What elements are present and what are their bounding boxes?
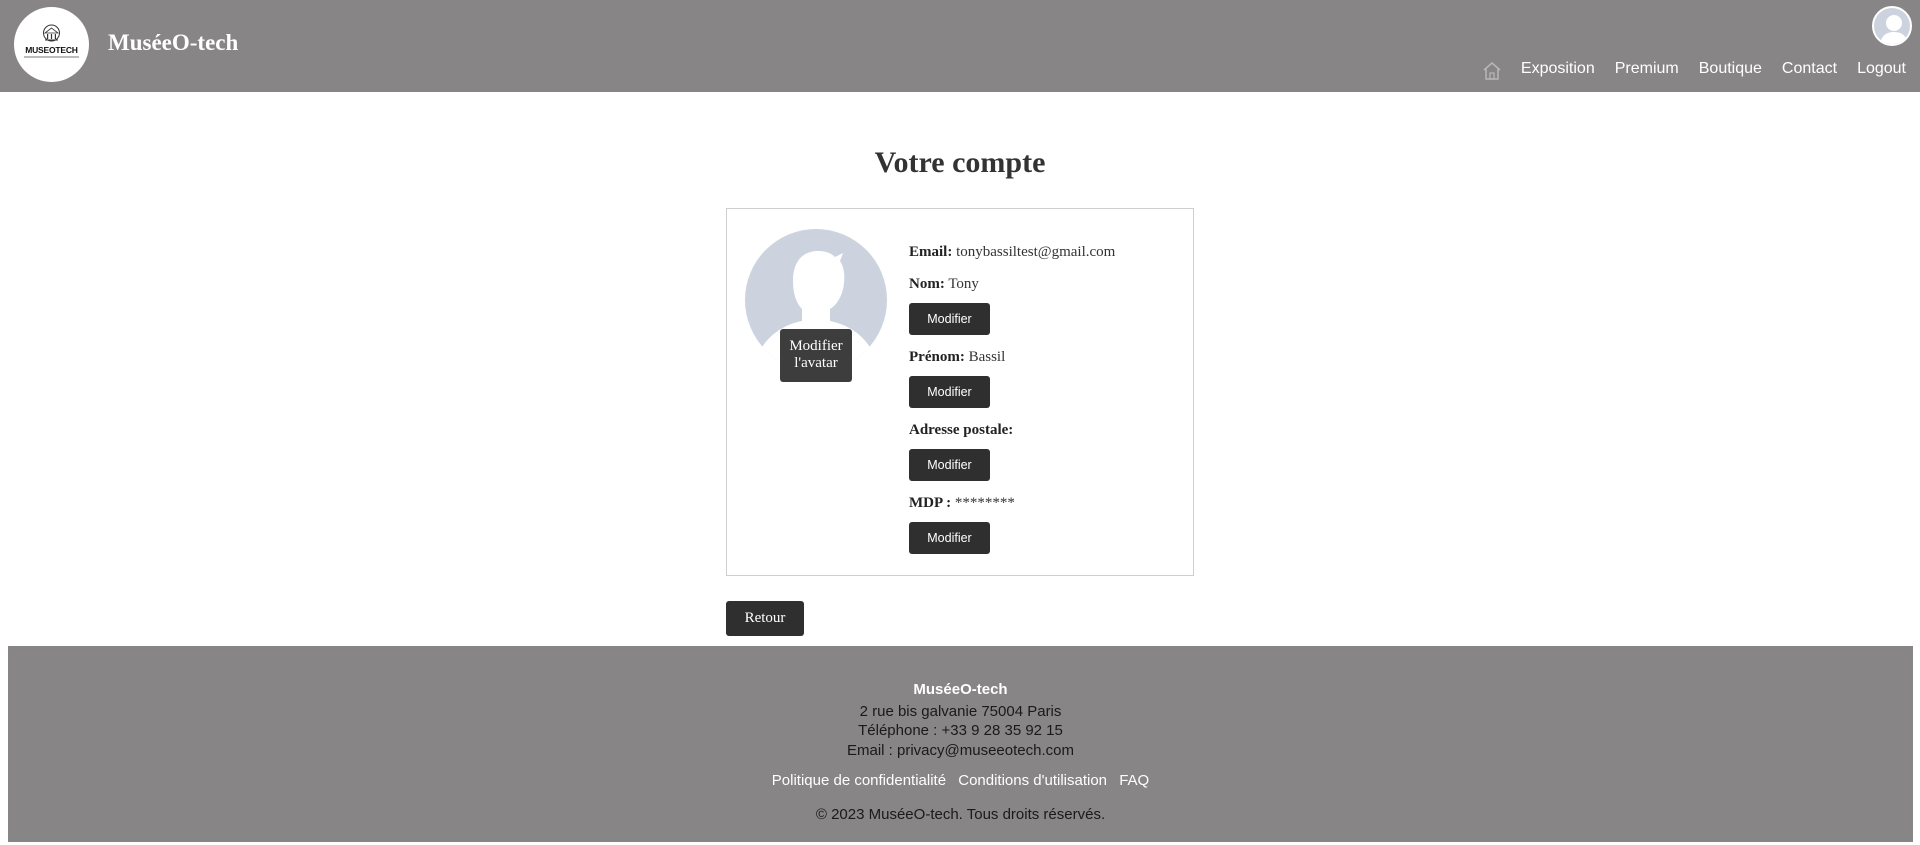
modify-prenom-button[interactable]: Modifier — [909, 376, 990, 408]
user-silhouette-icon — [1880, 15, 1908, 44]
user-avatar[interactable] — [1872, 6, 1912, 46]
logo-text: MUSEOTECH — [25, 45, 78, 55]
prenom-label: Prénom: — [909, 349, 965, 365]
account-card: Modifier l'avatar Email: tonybassiltest@… — [726, 208, 1194, 576]
nom-row: Nom: Tony — [909, 274, 1179, 294]
email-label: Email: — [909, 244, 953, 260]
nav-boutique[interactable]: Boutique — [1699, 60, 1762, 78]
nav-logout[interactable]: Logout — [1857, 60, 1906, 78]
page-title: Votre compte — [874, 146, 1046, 179]
nav-exposition[interactable]: Exposition — [1521, 60, 1595, 78]
nav-premium[interactable]: Premium — [1615, 60, 1679, 78]
adresse-row: Adresse postale: — [909, 420, 1179, 440]
email-value: tonybassiltest@gmail.com — [956, 244, 1116, 260]
modify-mdp-button[interactable]: Modifier — [909, 522, 990, 554]
footer-brand: MuséeO-tech — [913, 681, 1008, 698]
mdp-value: ******** — [954, 495, 1015, 511]
footer-email: Email : privacy@museeotech.com — [847, 742, 1074, 759]
nom-value: Tony — [948, 276, 979, 292]
home-icon[interactable] — [1481, 60, 1503, 82]
nav-contact[interactable]: Contact — [1782, 60, 1837, 78]
adresse-label: Adresse postale: — [909, 422, 1014, 438]
mdp-label: MDP : — [909, 495, 952, 511]
mdp-row: MDP : ******** — [909, 493, 1179, 513]
footer-copyright: © 2023 MuséeO-tech. Tous droits réservés… — [815, 806, 1106, 823]
modify-adresse-button[interactable]: Modifier — [909, 449, 990, 481]
back-button[interactable]: Retour — [726, 601, 804, 636]
logo-tagline — [24, 56, 79, 58]
footer-link-terms[interactable]: Conditions d'utilisation — [958, 772, 1107, 789]
footer-link-faq[interactable]: FAQ — [1119, 772, 1149, 789]
prenom-row: Prénom: Bassil — [909, 347, 1179, 367]
site-title[interactable]: MuséeO-tech — [108, 30, 238, 56]
footer-address: 2 rue bis galvanie 75004 Paris — [859, 703, 1062, 720]
account-fields: Email: tonybassiltest@gmail.com Nom: Ton… — [909, 242, 1179, 554]
edit-avatar-button[interactable]: Modifier l'avatar — [780, 329, 852, 382]
email-row: Email: tonybassiltest@gmail.com — [909, 242, 1179, 262]
main-nav: Exposition Premium Boutique Contact Logo… — [1481, 58, 1906, 80]
modify-nom-button[interactable]: Modifier — [909, 303, 990, 335]
site-footer: MuséeO-tech 2 rue bis galvanie 75004 Par… — [8, 646, 1913, 842]
nom-label: Nom: — [909, 276, 945, 292]
site-logo[interactable]: MUSEOTECH — [14, 7, 89, 82]
footer-phone: Téléphone : +33 9 28 35 92 15 — [858, 722, 1063, 739]
footer-link-privacy[interactable]: Politique de confidentialité — [772, 772, 946, 789]
footer-links: Politique de confidentialité Conditions … — [8, 772, 1913, 789]
prenom-value: Bassil — [968, 349, 1006, 365]
site-header: MUSEOTECH MuséeO-tech Exposition Premium… — [0, 0, 1920, 92]
